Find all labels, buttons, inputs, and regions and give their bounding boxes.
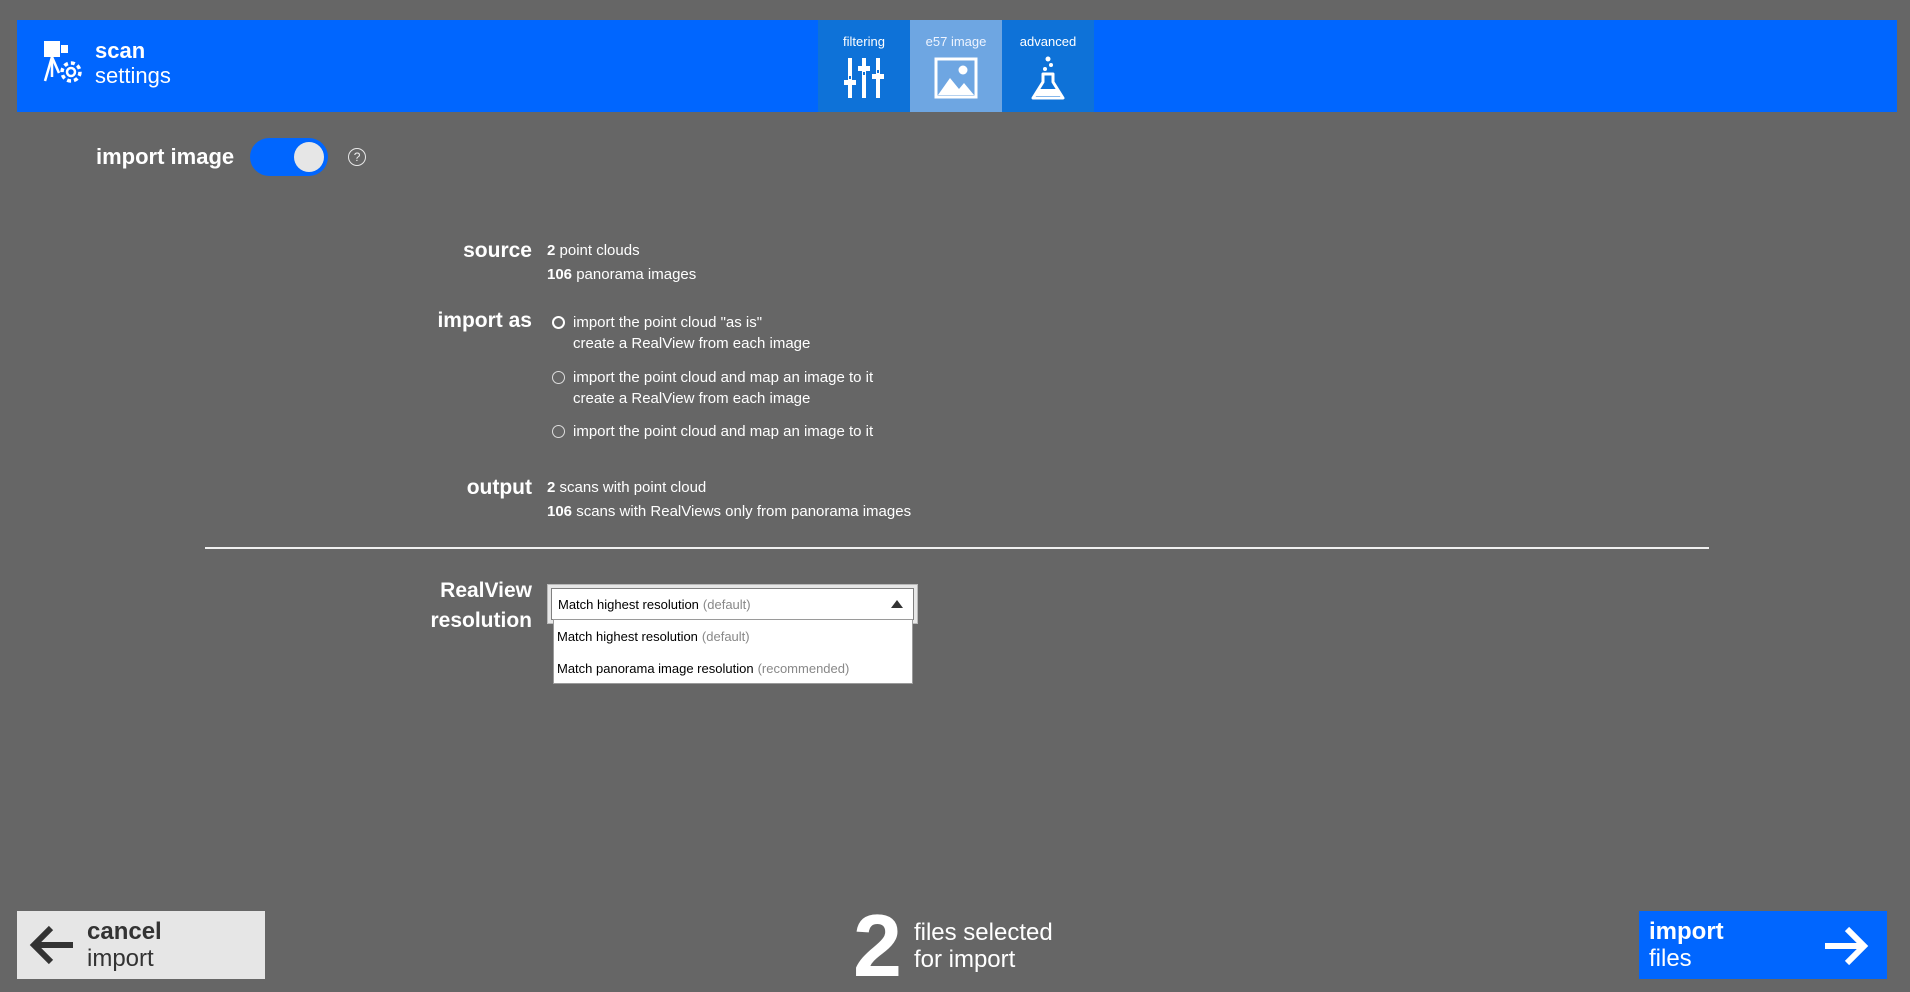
count-line2: for import bbox=[913, 946, 1016, 973]
import-line2: files bbox=[1649, 945, 1692, 972]
realview-count: 106 bbox=[547, 503, 573, 520]
radio-button[interactable] bbox=[552, 425, 565, 438]
output-line1: 2 scans with point cloud bbox=[547, 476, 911, 500]
realview-resolution-select[interactable]: Match highest resolution (default) bbox=[547, 584, 918, 624]
files-count-text: files selected for import bbox=[914, 919, 1053, 973]
import-as-option-1[interactable]: import the point cloud "as is" create a … bbox=[552, 312, 810, 354]
tab-advanced-label: advanced bbox=[1019, 34, 1077, 49]
realview-resolution-label: RealView resolution bbox=[430, 576, 532, 636]
scanner-settings-icon bbox=[43, 41, 82, 83]
source-label: source bbox=[463, 239, 532, 262]
panorama-text: panorama images bbox=[572, 266, 697, 283]
option-2-line1: import the point cloud and map an image … bbox=[573, 369, 874, 386]
option-highest-text: Match highest resolution bbox=[557, 628, 698, 644]
radio-button-selected[interactable] bbox=[552, 316, 565, 329]
cancel-import-button[interactable]: cancel import bbox=[17, 911, 265, 979]
select-current-value[interactable]: Match highest resolution (default) bbox=[551, 588, 914, 620]
output-line2: 106 scans with RealViews only from panor… bbox=[547, 500, 911, 524]
title-line1: scan bbox=[95, 38, 146, 63]
toggle-knob bbox=[294, 142, 325, 172]
source-values: 2 point clouds 106 panorama images bbox=[547, 239, 696, 287]
import-as-option-3[interactable]: import the point cloud and map an image … bbox=[552, 421, 873, 442]
tab-e57-image-label: e57 image bbox=[925, 34, 987, 49]
import-image-toggle[interactable] bbox=[250, 138, 329, 176]
tab-filtering[interactable]: filtering bbox=[818, 20, 910, 112]
flask-icon bbox=[1031, 56, 1065, 100]
page-title: scan settings bbox=[95, 38, 171, 88]
option-1-text: import the point cloud "as is" create a … bbox=[573, 312, 810, 354]
section-divider bbox=[205, 547, 1709, 549]
scan-text: scans with point cloud bbox=[555, 479, 707, 496]
option-panorama-note: (recommended) bbox=[757, 660, 850, 676]
dropdown-option-panorama[interactable]: Match panorama image resolution (recomme… bbox=[554, 652, 912, 684]
import-as-label: import as bbox=[437, 309, 532, 332]
import-as-option-2[interactable]: import the point cloud and map an image … bbox=[552, 367, 873, 409]
selected-option-text: Match highest resolution bbox=[558, 596, 699, 612]
realview-label-line1: RealView bbox=[440, 579, 532, 602]
resolution-dropdown-list: Match highest resolution (default) Match… bbox=[553, 619, 913, 684]
tab-bar: filtering e57 image advanced bbox=[818, 20, 1094, 112]
point-cloud-text: point clouds bbox=[555, 242, 640, 259]
header-bar: scan settings filtering e57 image advanc… bbox=[17, 20, 1897, 112]
files-count: 2 bbox=[853, 896, 902, 992]
help-icon[interactable]: ? bbox=[348, 148, 367, 166]
count-line1: files selected bbox=[913, 919, 1053, 946]
title-line2: settings bbox=[95, 63, 171, 88]
tab-advanced[interactable]: advanced bbox=[1002, 20, 1094, 112]
dropdown-option-highest[interactable]: Match highest resolution (default) bbox=[554, 620, 912, 652]
tab-e57-image[interactable]: e57 image bbox=[910, 20, 1002, 112]
output-label: output bbox=[466, 476, 532, 499]
import-line1: import bbox=[1649, 918, 1724, 945]
brand: scan settings bbox=[41, 38, 171, 88]
files-selected-summary: 2 files selected for import bbox=[853, 896, 1053, 992]
option-highest-note: (default) bbox=[701, 628, 750, 644]
arrow-right-icon bbox=[1825, 926, 1869, 966]
source-line1: 2 point clouds bbox=[547, 239, 696, 263]
import-image-row: import image ? bbox=[96, 138, 367, 176]
option-2-text: import the point cloud and map an image … bbox=[573, 367, 873, 409]
option-1-line2: create a RealView from each image bbox=[573, 335, 811, 352]
import-image-label: import image bbox=[96, 144, 235, 169]
source-line2: 106 panorama images bbox=[547, 263, 696, 287]
panorama-count: 106 bbox=[547, 266, 573, 283]
realview-text: scans with RealViews only from panorama … bbox=[572, 503, 912, 520]
cancel-line1: cancel bbox=[87, 918, 162, 945]
option-3-line1: import the point cloud and map an image … bbox=[573, 423, 874, 440]
import-button-text: import files bbox=[1649, 918, 1724, 972]
realview-label-line2: resolution bbox=[430, 609, 532, 632]
import-files-button[interactable]: import files bbox=[1639, 911, 1887, 979]
option-2-line2: create a RealView from each image bbox=[573, 390, 811, 407]
option-3-text: import the point cloud and map an image … bbox=[573, 421, 873, 442]
output-values: 2 scans with point cloud 106 scans with … bbox=[547, 476, 911, 524]
option-panorama-text: Match panorama image resolution bbox=[557, 660, 754, 676]
option-1-line1: import the point cloud "as is" bbox=[573, 314, 763, 331]
cancel-line2: import bbox=[87, 945, 154, 972]
chevron-up-icon bbox=[891, 600, 903, 608]
tab-filtering-label: filtering bbox=[843, 34, 885, 49]
image-icon bbox=[934, 57, 978, 99]
selected-option-note: (default) bbox=[702, 596, 751, 612]
cancel-button-text: cancel import bbox=[87, 918, 162, 972]
radio-button[interactable] bbox=[552, 371, 565, 384]
arrow-left-icon bbox=[29, 925, 73, 965]
sliders-icon bbox=[844, 58, 884, 98]
